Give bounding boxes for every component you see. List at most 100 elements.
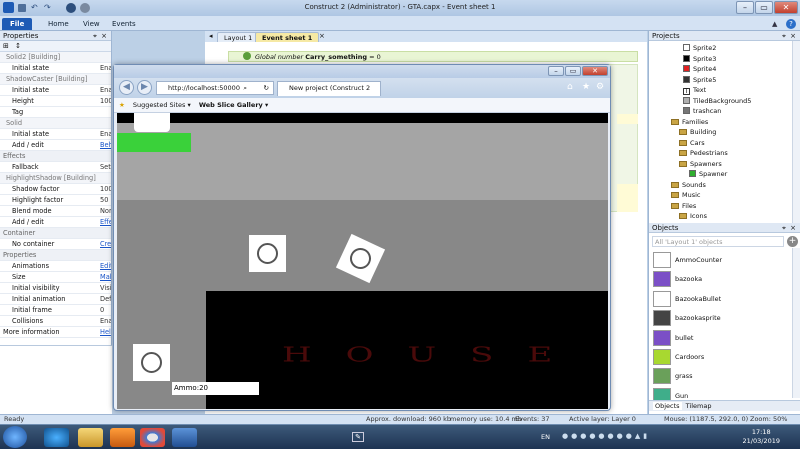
- tab-objects[interactable]: Objects: [653, 402, 682, 410]
- browser-close-button[interactable]: ✕: [582, 66, 608, 76]
- pin-icon[interactable]: ⌖: [782, 223, 786, 233]
- close-button[interactable]: ✕: [774, 1, 798, 14]
- property-row[interactable]: Solid2 [Building]: [0, 52, 111, 63]
- explorer-taskbar-icon[interactable]: [78, 428, 103, 447]
- event-block[interactable]: [617, 184, 638, 212]
- property-row[interactable]: Initial state Ena: [0, 85, 111, 96]
- tab-event-sheet-1[interactable]: Event sheet 1: [255, 32, 320, 42]
- project-tree-item[interactable]: T Text: [683, 85, 706, 95]
- property-row[interactable]: Shadow factor 100: [0, 184, 111, 195]
- project-tree-item[interactable]: Spawner: [689, 169, 727, 179]
- chrome-taskbar-icon[interactable]: [140, 428, 165, 447]
- property-row[interactable]: Animations Edit: [0, 261, 111, 272]
- property-row[interactable]: Initial animation Def: [0, 294, 111, 305]
- browser-tab[interactable]: New project (Construct 2 pr...: [277, 81, 381, 105]
- favorites-icon[interactable]: ★: [119, 101, 125, 109]
- pin-icon[interactable]: ⌖: [93, 31, 97, 41]
- object-list-item[interactable]: bazooka: [653, 270, 702, 288]
- property-row[interactable]: Container: [0, 228, 111, 239]
- pin-icon[interactable]: ⌖: [782, 31, 786, 41]
- project-tree-item[interactable]: Sprite5: [683, 75, 716, 85]
- ribbon-tab-home[interactable]: Home: [40, 18, 77, 30]
- refresh-icon[interactable]: ↻: [264, 82, 269, 94]
- tab-scroll-icon[interactable]: ◂: [209, 32, 213, 40]
- object-list-item[interactable]: AmmoCounter: [653, 251, 722, 269]
- property-row[interactable]: Add / edit Effe: [0, 217, 111, 228]
- add-object-icon[interactable]: +: [787, 236, 798, 247]
- close-panel-icon[interactable]: ×: [790, 223, 796, 233]
- tab-close-icon[interactable]: ×: [319, 32, 325, 40]
- project-tree-item[interactable]: trashcan: [683, 106, 721, 116]
- language-indicator[interactable]: EN: [541, 433, 550, 441]
- property-value[interactable]: Hel: [100, 327, 111, 338]
- project-tree-item[interactable]: Sprite2: [683, 43, 716, 53]
- object-list-item[interactable]: Cardoors: [653, 348, 704, 366]
- ribbon-tab-events[interactable]: Events: [104, 18, 144, 30]
- project-tree-item[interactable]: Families: [671, 117, 708, 127]
- project-tree-item[interactable]: Sounds: [671, 180, 706, 190]
- tab-layout-1[interactable]: Layout 1: [217, 32, 260, 42]
- property-row[interactable]: Height 100: [0, 96, 111, 107]
- categorize-icon[interactable]: ⊞: [3, 42, 9, 50]
- construct2-taskbar-icon[interactable]: [172, 428, 197, 447]
- project-tree-item[interactable]: Building: [679, 127, 716, 137]
- property-row[interactable]: ShadowCaster [Building]: [0, 74, 111, 85]
- property-row[interactable]: Effects: [0, 151, 111, 162]
- address-bar[interactable]: http://localhost:50000 ⌕ ↻: [156, 81, 274, 95]
- property-row[interactable]: Solid: [0, 118, 111, 129]
- property-value[interactable]: Beh: [100, 140, 111, 151]
- object-list-item[interactable]: bazookasprite: [653, 309, 721, 327]
- media-player-taskbar-icon[interactable]: [110, 428, 135, 447]
- property-row[interactable]: Properties: [0, 250, 111, 261]
- objects-filter-input[interactable]: All 'Layout 1' objects: [652, 236, 784, 247]
- objects-scrollbar[interactable]: [792, 248, 800, 398]
- project-tree-item[interactable]: Icons: [679, 211, 707, 221]
- project-tree-item[interactable]: Sprite3: [683, 54, 716, 64]
- pen-icon[interactable]: ✎: [352, 432, 364, 442]
- project-tree-item[interactable]: Files: [671, 201, 696, 211]
- object-list-item[interactable]: bullet: [653, 329, 693, 347]
- home-icon[interactable]: ⌂: [567, 82, 573, 92]
- browser-maximize-button[interactable]: ▭: [565, 66, 581, 76]
- close-panel-icon[interactable]: ×: [101, 31, 107, 41]
- property-value[interactable]: Cre: [100, 239, 111, 250]
- project-tree-item[interactable]: Pedestrians: [679, 148, 728, 158]
- project-tree-item[interactable]: Sprite4: [683, 64, 716, 74]
- property-row[interactable]: Collisions Ena: [0, 316, 111, 327]
- ribbon-minimize-icon[interactable]: ▲: [772, 20, 777, 28]
- suggested-sites-link[interactable]: Suggested Sites ▾: [133, 101, 193, 109]
- property-row[interactable]: Highlight factor 50: [0, 195, 111, 206]
- property-row[interactable]: Initial visibility Visi: [0, 283, 111, 294]
- ie-taskbar-icon[interactable]: [44, 428, 69, 447]
- property-row[interactable]: Add / edit Beh: [0, 140, 111, 151]
- project-tree-item[interactable]: TiledBackground5: [683, 96, 751, 106]
- property-row[interactable]: Fallback Set: [0, 162, 111, 173]
- global-variable-row[interactable]: Global number Carry_something = 0: [228, 51, 638, 62]
- clock[interactable]: 17:18 21/03/2019: [743, 428, 780, 446]
- property-value[interactable]: Edit: [100, 261, 111, 272]
- ribbon-tab-file[interactable]: File: [2, 18, 33, 30]
- property-row[interactable]: Blend mode Nor: [0, 206, 111, 217]
- browser-minimize-button[interactable]: –: [548, 66, 564, 76]
- maximize-button[interactable]: ▭: [755, 1, 773, 14]
- property-row[interactable]: More information Hel: [0, 327, 111, 338]
- object-list-item[interactable]: grass: [653, 367, 693, 385]
- project-tree-item[interactable]: Music: [671, 190, 701, 200]
- property-value[interactable]: Mak: [100, 272, 111, 283]
- ribbon-tab-view[interactable]: View: [75, 18, 108, 30]
- property-row[interactable]: Tag: [0, 107, 111, 118]
- property-row[interactable]: Initial state Ena: [0, 129, 111, 140]
- property-row[interactable]: Initial state Ena: [0, 63, 111, 74]
- property-row[interactable]: HighlightShadow [Building]: [0, 173, 111, 184]
- project-tree-item[interactable]: Spawners: [679, 159, 722, 169]
- tools-gear-icon[interactable]: ⚙: [596, 82, 604, 92]
- project-tree-item[interactable]: Cars: [679, 138, 705, 148]
- property-row[interactable]: Size Mak: [0, 272, 111, 283]
- forward-button[interactable]: ▶: [137, 80, 152, 95]
- tray-icons[interactable]: ●●●●●●●●▲▮: [562, 432, 650, 440]
- close-panel-icon[interactable]: ×: [790, 31, 796, 41]
- property-row[interactable]: Initial frame 0: [0, 305, 111, 316]
- sort-az-icon[interactable]: ↕: [15, 42, 21, 50]
- search-icon[interactable]: ⌕: [243, 82, 247, 94]
- property-row[interactable]: No container Cre: [0, 239, 111, 250]
